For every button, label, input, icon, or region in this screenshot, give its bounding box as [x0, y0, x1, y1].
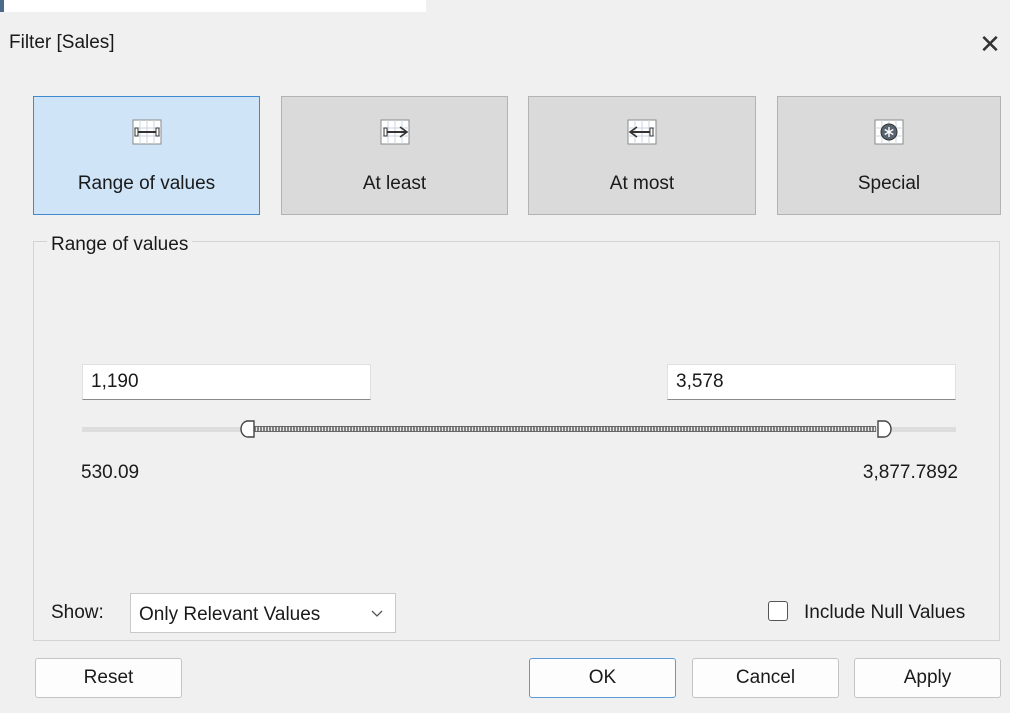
cancel-button[interactable]: Cancel	[692, 658, 839, 698]
close-button[interactable]: ✕	[974, 28, 1006, 60]
mode-label: Special	[857, 173, 921, 194]
mode-at-most-button[interactable]: At most	[528, 96, 756, 215]
min-value-input[interactable]	[82, 364, 371, 400]
show-label: Show:	[51, 602, 104, 623]
domain-min-label: 530.09	[81, 462, 140, 483]
window-top-edge-mark	[0, 0, 4, 12]
range-group-label: Range of values	[47, 234, 193, 256]
dialog-title: Filter [Sales]	[9, 32, 115, 53]
range-of-values-icon	[132, 119, 161, 145]
include-null-label: Include Null Values	[804, 602, 966, 623]
apply-button[interactable]: Apply	[854, 658, 1001, 698]
mode-label: At most	[609, 173, 675, 194]
window-top-edge	[0, 0, 426, 12]
close-icon: ✕	[979, 29, 1001, 59]
mode-special-button[interactable]: Special	[777, 96, 1001, 215]
reset-button[interactable]: Reset	[35, 658, 182, 698]
at-most-icon	[627, 119, 657, 145]
range-slider-selection[interactable]	[254, 426, 876, 432]
mode-label: At least	[362, 173, 427, 194]
at-least-icon	[380, 119, 409, 145]
max-value-input[interactable]	[667, 364, 956, 400]
mode-label: Range of values	[77, 173, 216, 194]
range-group-box	[33, 241, 1000, 641]
show-values-selected: Only Relevant Values	[139, 604, 321, 625]
show-values-dropdown[interactable]: Only Relevant Values	[130, 593, 396, 633]
mode-range-of-values-button[interactable]: Range of values	[33, 96, 260, 215]
chevron-down-icon	[371, 610, 383, 617]
mode-at-least-button[interactable]: At least	[281, 96, 508, 215]
include-null-checkbox[interactable]	[768, 601, 788, 621]
special-icon	[874, 119, 904, 145]
domain-max-label: 3,877.7892	[862, 462, 958, 483]
ok-button[interactable]: OK	[529, 658, 676, 698]
slider-min-handle[interactable]	[239, 419, 255, 439]
slider-max-handle[interactable]	[877, 419, 893, 439]
